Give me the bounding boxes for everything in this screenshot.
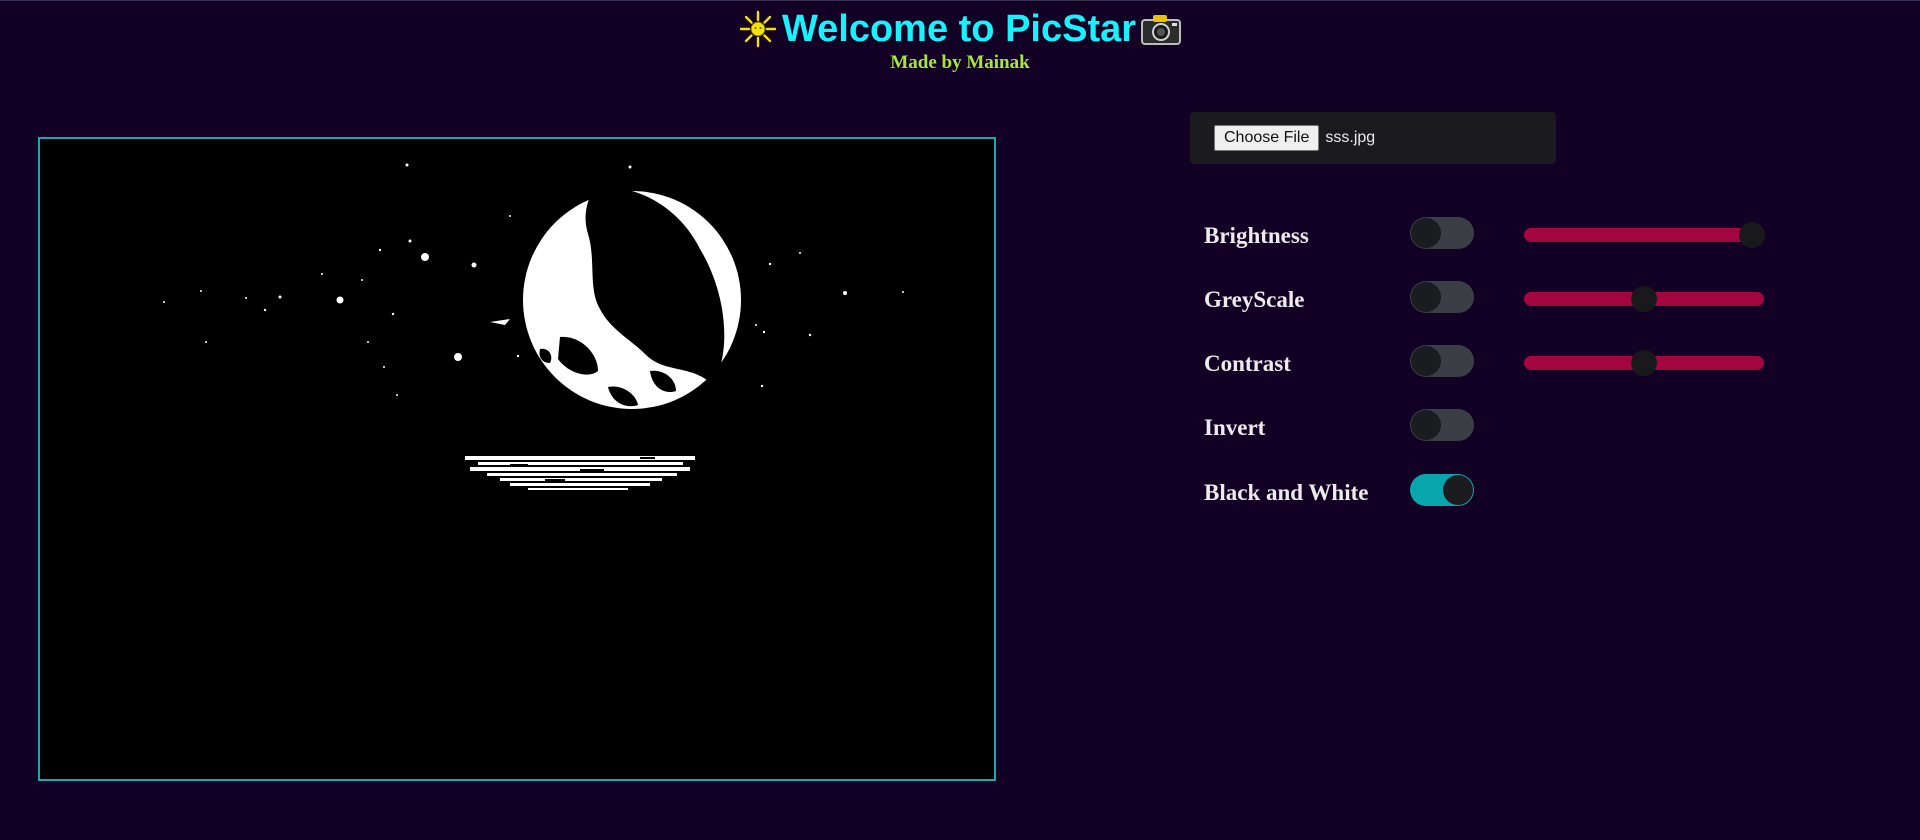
greyscale-slider[interactable]: [1524, 286, 1764, 312]
choose-file-button[interactable]: Choose File: [1214, 125, 1320, 151]
camera-icon: [1140, 11, 1182, 47]
page-subtitle: Made by Mainak: [890, 52, 1030, 73]
brightness-slider[interactable]: [1524, 222, 1765, 248]
slider-thumb[interactable]: [1631, 286, 1657, 312]
image-canvas[interactable]: [38, 137, 996, 781]
file-input-box: Choose File sss.jpg: [1190, 112, 1556, 164]
control-greyscale: GreyScale: [1204, 281, 1764, 321]
control-contrast: Contrast: [1204, 345, 1764, 385]
page-header: Welcome to PicStar Made by Mainak: [0, 7, 1920, 74]
preview-image: [40, 139, 994, 779]
control-invert: Invert: [1204, 409, 1764, 449]
contrast-toggle[interactable]: [1410, 345, 1474, 377]
greyscale-label: GreyScale: [1204, 287, 1305, 312]
sun-icon: [738, 9, 778, 49]
toggle-knob: [1411, 410, 1441, 440]
slider-thumb[interactable]: [1739, 222, 1765, 248]
toggle-knob: [1443, 475, 1473, 505]
brightness-label: Brightness: [1204, 223, 1309, 248]
page-title: Welcome to PicStar: [781, 8, 1137, 50]
black-and-white-toggle[interactable]: [1410, 474, 1474, 506]
title-row: Welcome to PicStar: [0, 7, 1920, 51]
toggle-knob: [1411, 282, 1441, 312]
contrast-label: Contrast: [1204, 351, 1291, 376]
greyscale-toggle[interactable]: [1410, 281, 1474, 313]
selected-file-name: sss.jpg: [1325, 129, 1376, 146]
contrast-slider[interactable]: [1524, 350, 1764, 376]
slider-thumb[interactable]: [1631, 350, 1657, 376]
invert-label: Invert: [1204, 415, 1266, 440]
control-black-and-white: Black and White: [1204, 474, 1764, 514]
invert-toggle[interactable]: [1410, 409, 1474, 441]
toggle-knob: [1411, 218, 1441, 248]
control-brightness: Brightness: [1204, 217, 1765, 257]
toggle-knob: [1411, 346, 1441, 376]
black-and-white-label: Black and White: [1204, 480, 1369, 505]
brightness-toggle[interactable]: [1410, 217, 1474, 249]
